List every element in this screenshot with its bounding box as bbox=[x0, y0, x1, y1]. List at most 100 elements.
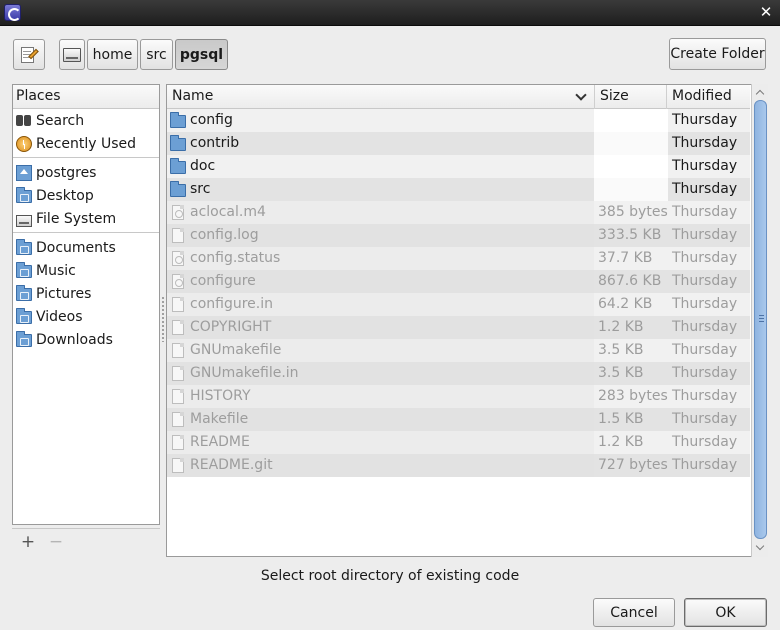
file-row[interactable]: Makefile 1.5 KB Thursday bbox=[167, 408, 750, 431]
file-size: 3.5 KB bbox=[598, 342, 644, 358]
column-header-modified[interactable]: Modified bbox=[667, 85, 750, 109]
file-size bbox=[594, 132, 668, 155]
folder-icon bbox=[170, 112, 186, 128]
file-size: 3.5 KB bbox=[598, 365, 644, 381]
file-size: 1.2 KB bbox=[598, 319, 644, 335]
file-modified: Thursday bbox=[672, 227, 738, 243]
place-label: Downloads bbox=[36, 331, 113, 348]
close-icon[interactable]: ✕ bbox=[758, 3, 774, 21]
path-segment-pgsql[interactable]: pgsql bbox=[175, 39, 228, 70]
file-list-scrollbar[interactable] bbox=[751, 84, 768, 557]
place-label: Pictures bbox=[36, 285, 92, 302]
file-row[interactable]: COPYRIGHT 1.2 KB Thursday bbox=[167, 316, 750, 339]
path-segment-home[interactable]: home bbox=[87, 39, 138, 70]
executable-file-icon bbox=[172, 205, 184, 220]
file-row[interactable]: HISTORY 283 bytes Thursday bbox=[167, 385, 750, 408]
title-bar: ✕ bbox=[0, 0, 780, 26]
file-row[interactable]: config Thursday bbox=[167, 109, 750, 132]
place-videos[interactable]: Videos bbox=[13, 305, 159, 328]
pane-resize-handle[interactable] bbox=[161, 296, 165, 342]
file-row[interactable]: aclocal.m4 385 bytes Thursday bbox=[167, 201, 750, 224]
recent-icon bbox=[16, 135, 32, 152]
place-label: Documents bbox=[36, 239, 116, 256]
add-bookmark-icon[interactable]: + bbox=[20, 534, 36, 551]
place-search[interactable]: Search bbox=[13, 109, 159, 132]
grip-icon bbox=[759, 315, 764, 322]
scrollbar-thumb[interactable] bbox=[754, 100, 767, 539]
file-name: COPYRIGHT bbox=[190, 319, 272, 335]
scroll-up-icon[interactable] bbox=[755, 88, 765, 98]
place-downloads[interactable]: Downloads bbox=[13, 328, 159, 351]
places-controls: + − bbox=[12, 528, 160, 556]
file-name: configure.in bbox=[190, 296, 273, 312]
file-row[interactable]: src Thursday bbox=[167, 178, 750, 201]
text-file-icon bbox=[172, 343, 184, 358]
file-name: GNUmakefile bbox=[190, 342, 282, 358]
place-file-system[interactable]: File System bbox=[13, 207, 159, 230]
dialog-message: Select root directory of existing code bbox=[260, 568, 520, 584]
file-row[interactable]: config.log 333.5 KB Thursday bbox=[167, 224, 750, 247]
place-label: Search bbox=[36, 112, 85, 129]
file-size bbox=[594, 178, 668, 201]
file-name: README.git bbox=[190, 457, 273, 473]
ok-button[interactable]: OK bbox=[684, 598, 767, 627]
folder-icon bbox=[170, 181, 186, 197]
file-row[interactable]: doc Thursday bbox=[167, 155, 750, 178]
file-size: 64.2 KB bbox=[598, 296, 653, 312]
scroll-down-icon[interactable] bbox=[755, 543, 765, 553]
file-row[interactable]: README 1.2 KB Thursday bbox=[167, 431, 750, 454]
file-name: GNUmakefile.in bbox=[190, 365, 299, 381]
folder-icon bbox=[16, 285, 32, 301]
places-separator bbox=[13, 232, 159, 233]
file-modified: Thursday bbox=[672, 319, 738, 335]
places-header: Places bbox=[13, 85, 159, 109]
text-file-icon bbox=[172, 435, 184, 450]
path-root-button[interactable] bbox=[59, 39, 85, 70]
folder-icon bbox=[16, 262, 32, 278]
file-size: 1.2 KB bbox=[598, 434, 644, 450]
text-file-icon bbox=[172, 320, 184, 335]
file-name: config.log bbox=[190, 227, 259, 243]
text-file-icon bbox=[172, 412, 184, 427]
file-row[interactable]: configure.in 64.2 KB Thursday bbox=[167, 293, 750, 316]
place-label: File System bbox=[36, 210, 117, 227]
file-modified: Thursday bbox=[672, 112, 738, 128]
column-name-label: Name bbox=[172, 88, 214, 104]
file-row[interactable]: GNUmakefile.in 3.5 KB Thursday bbox=[167, 362, 750, 385]
file-name: config.status bbox=[190, 250, 281, 266]
file-size bbox=[594, 109, 668, 132]
drive-icon bbox=[16, 214, 32, 227]
file-modified: Thursday bbox=[672, 388, 738, 404]
executable-file-icon bbox=[172, 274, 184, 289]
place-pictures[interactable]: Pictures bbox=[13, 282, 159, 305]
file-name: README bbox=[190, 434, 250, 450]
file-row[interactable]: README.git 727 bytes Thursday bbox=[167, 454, 750, 477]
folder-icon bbox=[16, 308, 32, 324]
place-documents[interactable]: Documents bbox=[13, 236, 159, 259]
file-modified: Thursday bbox=[672, 204, 738, 220]
remove-bookmark-icon[interactable]: − bbox=[48, 534, 64, 551]
file-name: HISTORY bbox=[190, 388, 251, 404]
file-size: 333.5 KB bbox=[598, 227, 662, 243]
file-row[interactable]: configure 867.6 KB Thursday bbox=[167, 270, 750, 293]
text-file-icon bbox=[172, 366, 184, 381]
text-file-icon bbox=[172, 458, 184, 473]
file-row[interactable]: contrib Thursday bbox=[167, 132, 750, 155]
file-size: 385 bytes bbox=[598, 204, 668, 220]
file-size: 1.5 KB bbox=[598, 411, 644, 427]
place-recently-used[interactable]: Recently Used bbox=[13, 132, 159, 155]
home-folder-icon bbox=[16, 164, 32, 181]
path-segment-src[interactable]: src bbox=[140, 39, 173, 70]
place-postgres[interactable]: postgres bbox=[13, 161, 159, 184]
column-header-name[interactable]: Name bbox=[167, 85, 595, 109]
column-header-size[interactable]: Size bbox=[595, 85, 667, 109]
place-music[interactable]: Music bbox=[13, 259, 159, 282]
file-row[interactable]: config.status 37.7 KB Thursday bbox=[167, 247, 750, 270]
type-location-button[interactable] bbox=[13, 39, 45, 70]
place-desktop[interactable]: Desktop bbox=[13, 184, 159, 207]
file-row[interactable]: GNUmakefile 3.5 KB Thursday bbox=[167, 339, 750, 362]
folder-icon bbox=[16, 239, 32, 255]
cancel-button[interactable]: Cancel bbox=[593, 598, 675, 627]
file-list: Name Size Modified config Thursday contr… bbox=[166, 84, 768, 557]
create-folder-button[interactable]: Create Folder bbox=[669, 38, 766, 70]
